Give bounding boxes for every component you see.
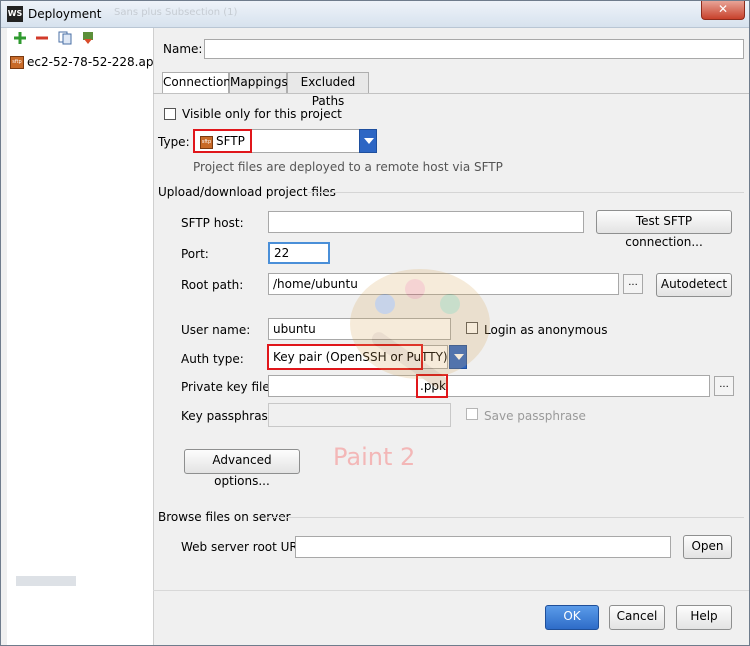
server-list: sftp ec2-52-78-52-228.ap-no [7, 52, 153, 72]
webstorm-app-icon: WS [7, 6, 23, 22]
advanced-options-button[interactable]: Advanced options... [184, 449, 300, 488]
auth-type-label: Auth type: [181, 352, 244, 366]
sftp-host-field[interactable] [268, 211, 584, 233]
chevron-down-icon[interactable] [359, 129, 377, 153]
key-passphrase-label: Key passphrase: [181, 409, 280, 423]
web-url-label: Web server root URL: [181, 540, 309, 554]
private-key-file-label: Private key file: [181, 380, 274, 394]
autodetect-button[interactable]: Autodetect [656, 273, 732, 297]
tab-connection[interactable]: Connection [162, 72, 231, 94]
port-field[interactable] [268, 242, 330, 264]
footer-separator [153, 590, 749, 591]
user-name-label: User name: [181, 323, 251, 337]
visible-only-label: Visible only for this project [182, 107, 342, 121]
name-field[interactable] [204, 39, 744, 59]
sftp-host-label: SFTP host: [181, 216, 244, 230]
save-passphrase-label: Save passphrase [484, 409, 586, 423]
type-label: Type: [158, 135, 190, 149]
visible-only-checkbox[interactable] [164, 108, 176, 120]
port-label: Port: [181, 247, 209, 261]
tab-mappings[interactable]: Mappings [229, 72, 288, 93]
server-name: ec2-52-78-52-228.ap-no [27, 55, 153, 69]
help-button[interactable]: Help [676, 605, 732, 630]
cancel-button[interactable]: Cancel [609, 605, 665, 630]
server-list-pane: sftp ec2-52-78-52-228.ap-no [7, 28, 154, 645]
upload-section-divider [308, 192, 744, 193]
window-title-faded-text: Sans plus Subsection (1) [114, 7, 238, 18]
type-description: Project files are deployed to a remote h… [193, 160, 503, 174]
paint-watermark-text: Paint 2 [333, 443, 416, 471]
close-button[interactable]: ✕ [701, 1, 745, 20]
tab-underline [153, 93, 749, 94]
sftp-icon: sftp [10, 56, 24, 69]
server-settings-pane: Name: Connection Mappings Excluded Paths… [153, 28, 749, 645]
server-list-item[interactable]: sftp ec2-52-78-52-228.ap-no [7, 52, 153, 72]
server-toolbar [7, 28, 153, 52]
paint-logo-watermark [325, 244, 495, 434]
highlight-box-type [193, 129, 252, 153]
window-title: Deployment [28, 7, 102, 21]
root-path-label: Root path: [181, 278, 244, 292]
browse-section-divider [266, 517, 744, 518]
set-default-icon[interactable] [80, 31, 96, 47]
test-connection-button[interactable]: Test SFTP connection... [596, 210, 732, 249]
name-label: Name: [163, 42, 203, 56]
horizontal-scrollbar[interactable] [16, 576, 76, 586]
tab-excluded-paths[interactable]: Excluded Paths [287, 72, 369, 108]
private-key-browse-button[interactable]: ... [714, 376, 734, 396]
open-button[interactable]: Open [683, 535, 732, 559]
title-bar: WS Deployment Sans plus Subsection (1) ✕ [1, 1, 749, 28]
ok-button[interactable]: OK [545, 605, 599, 630]
minus-icon[interactable] [34, 31, 50, 47]
root-path-browse-button[interactable]: ... [623, 274, 643, 294]
web-url-field[interactable] [295, 536, 671, 558]
copy-icon[interactable] [57, 31, 73, 47]
deployment-dialog: WS Deployment Sans plus Subsection (1) ✕… [0, 0, 750, 646]
plus-icon[interactable] [12, 31, 28, 47]
login-anonymous-label: Login as anonymous [484, 323, 608, 337]
